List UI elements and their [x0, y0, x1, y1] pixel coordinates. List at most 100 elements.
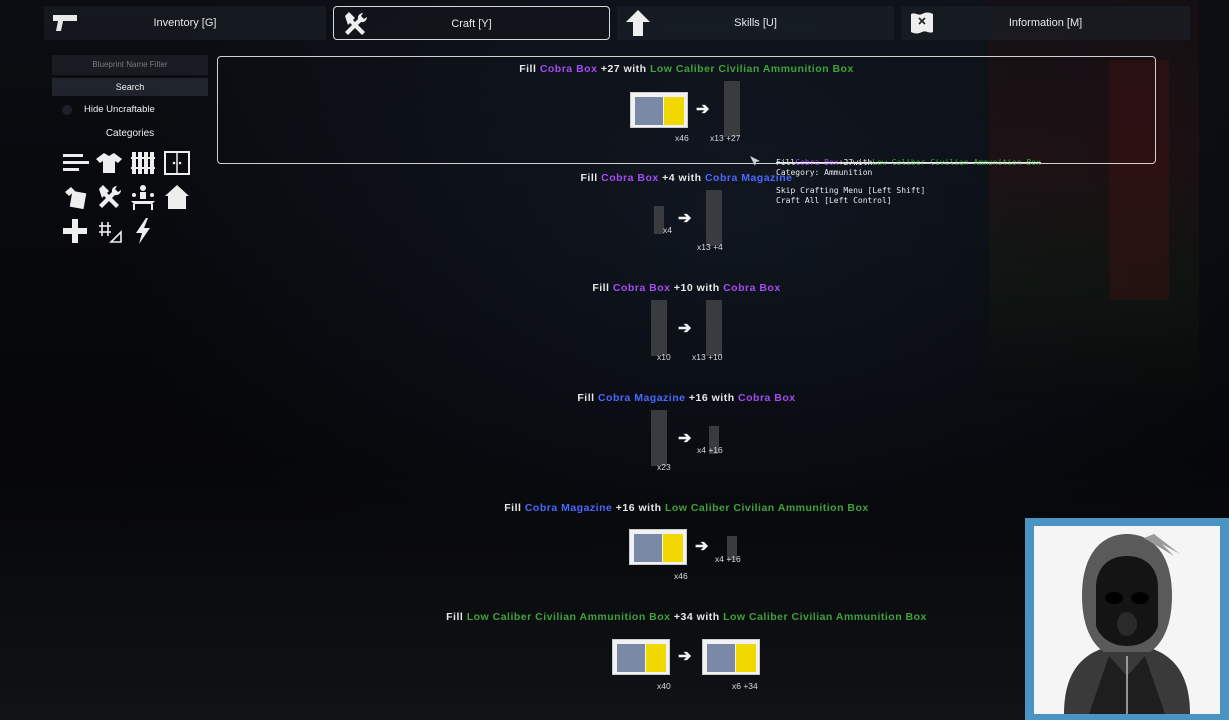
- recipe-fill-word: Fill: [519, 63, 537, 75]
- streamer-portrait: [1034, 526, 1220, 714]
- workbench-icon[interactable]: [128, 183, 158, 211]
- tab-information[interactable]: Information [M]: [901, 6, 1190, 40]
- tooltip-category: Category: Ammunition: [776, 167, 873, 177]
- tools-icon[interactable]: [94, 183, 124, 211]
- recipe-fill-word: Fill: [504, 502, 522, 514]
- recipe-source-item: Low Caliber Civilian Ammunition Box: [649, 63, 854, 75]
- recipe-amount: +10: [673, 282, 694, 294]
- ammo-box-input-slot: [612, 639, 670, 675]
- output-quantity: x6 +34: [732, 681, 758, 691]
- recipe-with-word: with: [696, 611, 720, 623]
- recipe-title: Fill Low Caliber Civilian Ammunition Box…: [217, 611, 1156, 623]
- webcam-overlay: [1025, 518, 1229, 720]
- recipe-row[interactable]: Fill Cobra Box +10 with Cobra Box ➔ x10 …: [217, 282, 1156, 370]
- input-quantity: x40: [657, 681, 671, 691]
- lightning-icon[interactable]: [128, 217, 158, 245]
- ammo-box-input-slot: [629, 529, 687, 565]
- recipe-target-item: Cobra Box: [612, 282, 671, 294]
- recipe-row[interactable]: Fill Cobra Magazine +16 with Cobra Box ➔…: [217, 392, 1156, 480]
- ammo-box-input-slot: [630, 92, 688, 128]
- crafting-sidebar: Search Hide Uncraftable Categories: [52, 54, 208, 245]
- ammo-box-output-slot: [702, 639, 760, 675]
- cobra-box-output-slot: [724, 81, 740, 137]
- tooltip-hint-skip: Skip Crafting Menu [Left Shift]: [776, 186, 926, 195]
- category-grid: [60, 149, 208, 245]
- hide-uncraftable-label: Hide Uncraftable: [84, 104, 155, 115]
- tab-information-label: Information [M]: [1008, 17, 1083, 29]
- arrow-right-icon: ➔: [678, 648, 692, 665]
- sights-icon[interactable]: [94, 217, 124, 245]
- recipe-target-item: Cobra Magazine: [524, 502, 613, 514]
- recipe-tooltip: FillCobra Box+27withLow Caliber Civilian…: [776, 158, 1041, 205]
- ammo-icon[interactable]: [60, 183, 90, 211]
- top-navigation: Inventory [G] Craft [Y] Skills [U] Infor…: [40, 6, 1190, 42]
- list-icon[interactable]: [60, 149, 90, 177]
- recipe-fill-word: Fill: [446, 611, 464, 623]
- input-quantity: x4: [663, 225, 672, 235]
- mouse-cursor-icon: [749, 154, 761, 172]
- tooltip-source-item: Low Caliber Civilian Ammunition Box: [872, 158, 1041, 167]
- output-quantity: x13 +10: [692, 352, 723, 362]
- recipe-row[interactable]: Fill Low Caliber Civilian Ammunition Box…: [217, 611, 1156, 701]
- recipe-row[interactable]: Fill Cobra Box +27 with Low Caliber Civi…: [217, 56, 1156, 164]
- output-quantity: x13 +4: [697, 242, 723, 252]
- recipe-source-item: Low Caliber Civilian Ammunition Box: [723, 611, 927, 623]
- recipe-with-word: with: [678, 172, 702, 184]
- input-quantity: x46: [675, 133, 689, 143]
- output-quantity: x4 +16: [697, 445, 723, 455]
- recipe-source-item: Low Caliber Civilian Ammunition Box: [664, 502, 869, 514]
- blueprint-name-filter-input[interactable]: [52, 54, 208, 75]
- recipe-title: Fill Cobra Box +27 with Low Caliber Civi…: [218, 63, 1155, 75]
- arrow-right-icon: ➔: [695, 538, 709, 555]
- arrow-right-icon: ➔: [678, 430, 692, 447]
- tooltip-target-item: Cobra Box: [795, 158, 839, 167]
- tab-inventory-label: Inventory [G]: [153, 17, 217, 29]
- house-icon[interactable]: [162, 183, 192, 211]
- cobra-box-input-slot: [651, 410, 667, 466]
- recipe-title: Fill Cobra Box +10 with Cobra Box: [217, 282, 1156, 294]
- cobra-box-output-slot: [706, 300, 722, 356]
- tab-inventory[interactable]: Inventory [G]: [44, 6, 326, 40]
- recipe-with-word: with: [711, 392, 735, 404]
- recipe-amount: +16: [615, 502, 636, 514]
- categories-title: Categories: [105, 127, 155, 139]
- tooltip-hint-craft-all: Craft All [Left Control]: [776, 195, 892, 205]
- recipe-target-item: Cobra Magazine: [597, 392, 686, 404]
- hide-uncraftable-toggle[interactable]: Hide Uncraftable: [52, 102, 208, 118]
- tab-craft[interactable]: Craft [Y]: [333, 6, 610, 40]
- search-button[interactable]: Search: [52, 77, 208, 96]
- tab-skills-label: Skills [U]: [734, 17, 777, 29]
- recipe-with-word: with: [696, 282, 720, 294]
- recipe-target-item: Low Caliber Civilian Ammunition Box: [466, 611, 671, 623]
- door-icon[interactable]: [162, 149, 192, 177]
- recipe-with-word: with: [638, 502, 662, 514]
- recipe-amount: +4: [662, 172, 676, 184]
- recipe-title: Fill Cobra Magazine +16 with Cobra Box: [217, 392, 1156, 404]
- recipe-title: Fill Cobra Magazine +16 with Low Caliber…: [217, 502, 1156, 514]
- recipe-source-item: Cobra Box: [723, 282, 781, 294]
- shirt-icon[interactable]: [94, 149, 124, 177]
- cobra-box-input-slot: [651, 300, 667, 356]
- tab-skills[interactable]: Skills [U]: [617, 6, 894, 40]
- arrow-right-icon: ➔: [678, 320, 692, 337]
- input-quantity: x23: [657, 462, 671, 472]
- input-quantity: x46: [674, 571, 688, 581]
- tooltip-title: FillCobra Box+27withLow Caliber Civilian…: [776, 158, 1041, 168]
- recipe-fill-word: Fill: [577, 392, 595, 404]
- recipe-with-word: with: [623, 63, 647, 75]
- recipe-amount: +27: [600, 63, 621, 75]
- tooltip-amount: +27: [838, 158, 854, 167]
- tooltip-fill-word: Fill: [776, 158, 796, 167]
- recipe-fill-word: Fill: [580, 172, 598, 184]
- medical-plus-icon[interactable]: [60, 217, 90, 245]
- recipe-amount: +34: [673, 611, 694, 623]
- tooltip-with-word: with: [853, 158, 873, 167]
- fence-icon[interactable]: [128, 149, 158, 177]
- output-quantity: x13 +27: [710, 133, 741, 143]
- recipe-target-item: Cobra Box: [539, 63, 598, 75]
- input-quantity: x10: [657, 352, 671, 362]
- recipe-target-item: Cobra Box: [601, 172, 659, 184]
- hide-uncraftable-checkbox[interactable]: [62, 104, 72, 115]
- recipe-row[interactable]: Fill Cobra Magazine +16 with Low Caliber…: [217, 502, 1156, 590]
- arrow-right-icon: ➔: [678, 210, 692, 227]
